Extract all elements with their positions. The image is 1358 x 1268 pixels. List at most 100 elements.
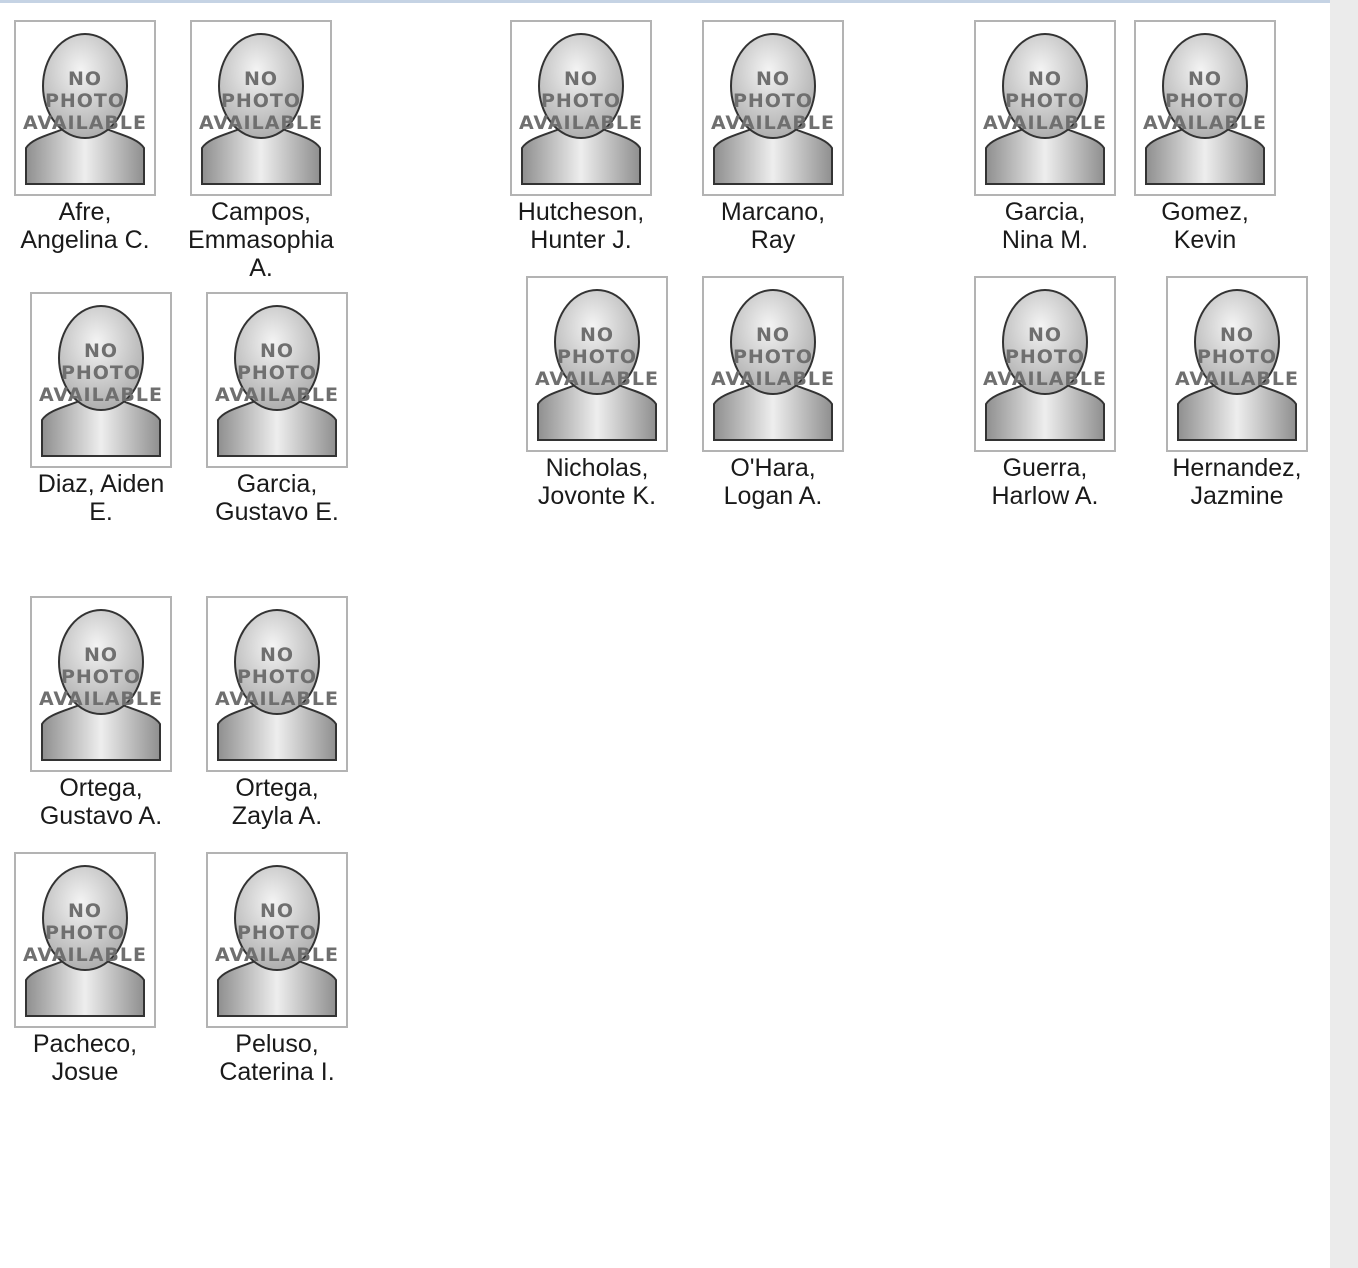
student-photo[interactable]: NO PHOTO AVAILABLE (1166, 276, 1308, 452)
student-name-last: Peluso, (235, 1030, 319, 1058)
no-photo-label: AVAILABLE (519, 112, 643, 134)
no-photo-label: NO (1027, 68, 1063, 90)
student-photo[interactable]: NO PHOTO AVAILABLE (702, 20, 844, 196)
student-name-last: Marcano, (720, 198, 826, 226)
student-name[interactable]: Marcano, Ray (673, 198, 873, 254)
no-photo-label: NO (259, 900, 295, 922)
no-photo-label: AVAILABLE (39, 688, 163, 710)
student-name[interactable]: Gomez, Kevin (1105, 198, 1305, 254)
student-photo[interactable]: NO PHOTO AVAILABLE (206, 596, 348, 772)
student-name[interactable]: Peluso, Caterina I. (177, 1030, 377, 1086)
no-photo-label: AVAILABLE (711, 112, 835, 134)
no-photo-label: NO (1027, 324, 1063, 346)
student-photo[interactable]: NO PHOTO AVAILABLE (206, 292, 348, 468)
student-photo[interactable]: NO PHOTO AVAILABLE (1134, 20, 1276, 196)
no-photo-label: NO (1219, 324, 1255, 346)
student-name-last: Gomez, (1161, 198, 1249, 226)
student-name-first: Emmasophia (188, 226, 334, 254)
student-name-first: Jazmine (1190, 482, 1284, 510)
no-photo-label: AVAILABLE (215, 688, 339, 710)
no-photo-label: PHOTO (236, 922, 318, 944)
student-name[interactable]: Ortega, Zayla A. (177, 774, 377, 830)
no-photo-label: PHOTO (732, 90, 814, 112)
student-name-first: Gustavo E. (215, 498, 339, 526)
no-photo-label: NO (83, 644, 119, 666)
no-photo-label: PHOTO (236, 666, 318, 688)
student-name-last: Hernandez, (1172, 454, 1302, 482)
student-photo[interactable]: NO PHOTO AVAILABLE (14, 852, 156, 1028)
student-photo[interactable]: NO PHOTO AVAILABLE (974, 276, 1116, 452)
student-name-first: Jovonte K. (537, 482, 657, 510)
student-name[interactable]: O'Hara, Logan A. (673, 454, 873, 510)
no-photo-label: PHOTO (732, 346, 814, 368)
student-photo[interactable]: NO PHOTO AVAILABLE (974, 20, 1116, 196)
student-name[interactable]: Diaz, Aiden E. (1, 470, 201, 526)
student-photo[interactable]: NO PHOTO AVAILABLE (510, 20, 652, 196)
student-name[interactable]: Garcia, Gustavo E. (177, 470, 377, 526)
no-photo-label: AVAILABLE (215, 944, 339, 966)
no-photo-label: AVAILABLE (199, 112, 323, 134)
student-name-first: Logan A. (723, 482, 823, 510)
vertical-scrollbar[interactable] (1330, 0, 1358, 1268)
student-name[interactable]: Hernandez, Jazmine (1137, 454, 1337, 510)
no-photo-label: AVAILABLE (39, 384, 163, 406)
no-photo-label: PHOTO (236, 362, 318, 384)
no-photo-label: PHOTO (1004, 90, 1086, 112)
student-name-last: Ortega, (59, 774, 143, 802)
student-name[interactable]: Afre, Angelina C. (0, 198, 185, 254)
student-name-last: Nicholas, (545, 454, 649, 482)
no-photo-label: PHOTO (540, 90, 622, 112)
student-name-last: O'Hara, (730, 454, 816, 482)
no-photo-label: AVAILABLE (23, 944, 147, 966)
student-name[interactable]: Pacheco, Josue (0, 1030, 185, 1086)
no-photo-label: NO (259, 644, 295, 666)
student-name-first: Ray (750, 226, 796, 254)
student-name-extra: A. (249, 254, 273, 282)
student-name[interactable]: Ortega, Gustavo A. (1, 774, 201, 830)
no-photo-label: AVAILABLE (983, 112, 1107, 134)
student-name-first: Kevin (1173, 226, 1237, 254)
student-photo[interactable]: NO PHOTO AVAILABLE (30, 292, 172, 468)
student-name-last: Campos, (210, 198, 312, 226)
student-name-first: Harlow A. (991, 482, 1099, 510)
no-photo-label: NO (259, 340, 295, 362)
no-photo-label: PHOTO (60, 362, 142, 384)
student-photo[interactable]: NO PHOTO AVAILABLE (190, 20, 332, 196)
no-photo-label: PHOTO (44, 90, 126, 112)
student-name-first: Caterina I. (219, 1058, 335, 1086)
student-name-last: Ortega, (235, 774, 319, 802)
no-photo-label: AVAILABLE (535, 368, 659, 390)
no-photo-label: NO (243, 68, 279, 90)
student-name-first: Zayla A. (231, 802, 323, 830)
student-photo[interactable]: NO PHOTO AVAILABLE (702, 276, 844, 452)
student-photo[interactable]: NO PHOTO AVAILABLE (206, 852, 348, 1028)
student-name-last: Pacheco, (32, 1030, 138, 1058)
student-name-last: Garcia, (236, 470, 318, 498)
no-photo-label: NO (755, 68, 791, 90)
student-photo[interactable]: NO PHOTO AVAILABLE (30, 596, 172, 772)
student-name-first: E. (89, 498, 113, 526)
no-photo-label: AVAILABLE (23, 112, 147, 134)
student-name-last: Diaz, Aiden (37, 470, 165, 498)
student-name-last: Guerra, (1002, 454, 1088, 482)
no-photo-label: NO (563, 68, 599, 90)
student-name-first: Gustavo A. (39, 802, 163, 830)
student-name-first: Angelina C. (20, 226, 150, 254)
student-name[interactable]: Guerra, Harlow A. (945, 454, 1145, 510)
no-photo-label: PHOTO (1164, 90, 1246, 112)
no-photo-label: NO (755, 324, 791, 346)
student-name[interactable]: Campos, Emmasophia A. (161, 198, 361, 282)
no-photo-label: NO (67, 68, 103, 90)
student-photo[interactable]: NO PHOTO AVAILABLE (526, 276, 668, 452)
no-photo-label: AVAILABLE (983, 368, 1107, 390)
student-name[interactable]: Nicholas, Jovonte K. (497, 454, 697, 510)
no-photo-label: NO (67, 900, 103, 922)
no-photo-label: AVAILABLE (1175, 368, 1299, 390)
no-photo-label: AVAILABLE (1143, 112, 1267, 134)
no-photo-label: PHOTO (220, 90, 302, 112)
student-name[interactable]: Hutcheson, Hunter J. (481, 198, 681, 254)
no-photo-label: PHOTO (556, 346, 638, 368)
student-name-last: Hutcheson, (517, 198, 645, 226)
student-photo[interactable]: NO PHOTO AVAILABLE (14, 20, 156, 196)
student-name-first: Hunter J. (530, 226, 632, 254)
